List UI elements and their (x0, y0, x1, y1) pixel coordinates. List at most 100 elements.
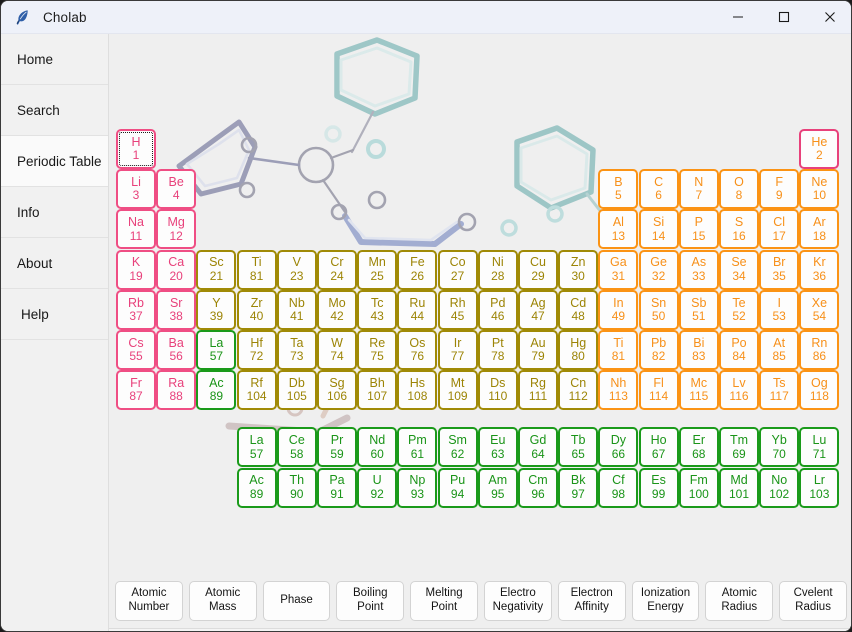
element-cell-og-118[interactable]: Og 118 (799, 370, 840, 411)
maximize-icon[interactable] (761, 1, 807, 34)
element-cell-yb-70[interactable]: Yb 70 (759, 427, 800, 468)
element-cell-hg-80[interactable]: Hg 80 (558, 330, 599, 370)
element-cell-ne-10[interactable]: Ne 10 (799, 169, 840, 210)
element-cell-v-23[interactable]: V 23 (276, 249, 317, 290)
element-cell-mn-25[interactable]: Mn 25 (357, 249, 398, 290)
element-cell-rf-104[interactable]: Rf 104 (236, 370, 277, 411)
element-cell-si-14[interactable]: Si 14 (638, 209, 679, 250)
element-cell-er-68[interactable]: Er 68 (678, 427, 719, 468)
element-cell-bk-97[interactable]: Bk 97 (558, 467, 599, 508)
element-cell-ce-58[interactable]: Ce 58 (276, 427, 317, 468)
element-cell-gd-64[interactable]: Gd 64 (518, 427, 558, 468)
element-cell-cm-96[interactable]: Cm 96 (518, 467, 558, 508)
element-cell-y-39[interactable]: Y 39 (196, 289, 237, 330)
element-cell-ca-20[interactable]: Ca 20 (156, 249, 197, 290)
element-cell-k-19[interactable]: K 19 (116, 249, 156, 290)
element-cell-co-27[interactable]: Co 27 (437, 249, 478, 290)
sidebar-item-info[interactable]: Info (1, 187, 108, 238)
element-cell-pd-46[interactable]: Pd 46 (477, 289, 518, 330)
element-cell-sb-51[interactable]: Sb 51 (678, 289, 719, 330)
element-cell-sm-62[interactable]: Sm 62 (437, 427, 478, 468)
element-cell-tc-43[interactable]: Tc 43 (357, 289, 398, 330)
element-cell-db-105[interactable]: Db 105 (276, 370, 317, 411)
sidebar-item-about[interactable]: About (1, 238, 108, 289)
element-cell-md-101[interactable]: Md 101 (719, 467, 759, 508)
element-cell-ag-47[interactable]: Ag 47 (518, 289, 558, 330)
element-cell-np-93[interactable]: Np 93 (397, 467, 438, 508)
element-cell-se-34[interactable]: Se 34 (719, 249, 759, 290)
element-cell-na-11[interactable]: Na 11 (116, 209, 156, 250)
element-cell-lu-71[interactable]: Lu 71 (799, 427, 840, 468)
element-cell-zr-40[interactable]: Zr 40 (236, 289, 277, 330)
element-cell-ti-81[interactable]: Ti 81 (236, 249, 277, 290)
element-cell-cu-29[interactable]: Cu 29 (518, 249, 558, 290)
sidebar-item-home[interactable]: Home (1, 34, 108, 85)
element-cell-c-6[interactable]: C6 (638, 169, 679, 210)
element-cell-b-5[interactable]: B5 (598, 169, 639, 210)
element-cell-u-92[interactable]: U 92 (357, 467, 398, 508)
element-cell-cr-24[interactable]: Cr 24 (317, 249, 357, 290)
element-cell-li-3[interactable]: Li 3 (116, 169, 156, 210)
element-cell-pm-61[interactable]: Pm 61 (397, 427, 438, 468)
element-cell-h-1[interactable]: H1 (116, 129, 156, 169)
element-cell-bh-107[interactable]: Bh 107 (357, 370, 398, 411)
element-cell-ir-77[interactable]: Ir 77 (437, 330, 478, 370)
element-cell-ru-44[interactable]: Ru 44 (397, 289, 438, 330)
property-button-boiling-point[interactable]: Boiling Point (336, 581, 405, 621)
element-cell-os-76[interactable]: Os 76 (397, 330, 438, 370)
element-cell-zn-30[interactable]: Zn 30 (558, 249, 599, 290)
sidebar-item-search[interactable]: Search (1, 85, 108, 136)
element-cell-th-90[interactable]: Th 90 (276, 467, 317, 508)
element-cell-hs-108[interactable]: Hs 108 (397, 370, 438, 411)
element-cell-in-49[interactable]: In 49 (598, 289, 639, 330)
element-cell-mg-12[interactable]: Mg 12 (156, 209, 197, 250)
sidebar-item-help[interactable]: Help (1, 289, 108, 340)
element-cell-lv-116[interactable]: Lv 116 (719, 370, 759, 411)
element-cell-fl-114[interactable]: Fl 114 (638, 370, 679, 411)
element-cell-kr-36[interactable]: Kr 36 (799, 249, 840, 290)
element-cell-mo-42[interactable]: Mo 42 (317, 289, 357, 330)
element-cell-dy-66[interactable]: Dy 66 (598, 427, 639, 468)
element-cell-pr-59[interactable]: Pr 59 (317, 427, 357, 468)
property-button-electron-affinity[interactable]: Electron Affinity (557, 581, 626, 621)
element-cell-cl-17[interactable]: Cl 17 (759, 209, 800, 250)
element-cell-pb-82[interactable]: Pb 82 (638, 330, 679, 370)
element-cell-ar-18[interactable]: Ar 18 (799, 209, 840, 250)
element-cell-ba-56[interactable]: Ba 56 (156, 330, 197, 370)
property-button-ionization-energy[interactable]: Ionization Energy (631, 581, 700, 621)
element-cell-cf-98[interactable]: Cf 98 (598, 467, 639, 508)
element-cell-ac-89[interactable]: Ac 89 (236, 467, 277, 508)
element-cell-rb-37[interactable]: Rb 37 (116, 289, 156, 330)
element-cell-nh-113[interactable]: Nh 113 (598, 370, 639, 411)
element-cell-ho-67[interactable]: Ho 67 (638, 427, 679, 468)
element-cell-as-33[interactable]: As 33 (678, 249, 719, 290)
element-cell-sc-21[interactable]: Sc 21 (196, 249, 237, 290)
element-cell-tm-69[interactable]: Tm 69 (719, 427, 759, 468)
property-button-atomic-number[interactable]: Atomic Number (115, 581, 183, 621)
element-cell-re-75[interactable]: Re 75 (357, 330, 398, 370)
element-cell-am-95[interactable]: Am 95 (477, 467, 518, 508)
element-cell-rn-86[interactable]: Rn 86 (799, 330, 840, 370)
element-cell-rh-45[interactable]: Rh 45 (437, 289, 478, 330)
element-cell-ta-73[interactable]: Ta 73 (276, 330, 317, 370)
element-cell-ra-88[interactable]: Ra 88 (156, 370, 197, 411)
element-cell-he-2[interactable]: He 2 (799, 129, 840, 169)
property-button-cvelent-radius[interactable]: Cvelent Radius (779, 581, 847, 621)
element-cell-xe-54[interactable]: Xe 54 (799, 289, 840, 330)
element-cell-br-35[interactable]: Br 35 (759, 249, 800, 290)
element-cell-i-53[interactable]: I 53 (759, 289, 800, 330)
element-cell-la-57[interactable]: La 57 (196, 330, 237, 370)
element-cell-cs-55[interactable]: Cs 55 (116, 330, 156, 370)
element-cell-sg-106[interactable]: Sg 106 (317, 370, 357, 411)
element-cell-pt-78[interactable]: Pt 78 (477, 330, 518, 370)
element-cell-ds-110[interactable]: Ds 110 (477, 370, 518, 411)
element-cell-cn-112[interactable]: Cn 112 (558, 370, 599, 411)
element-cell-ti-81[interactable]: Ti 81 (598, 330, 639, 370)
element-cell-fm-100[interactable]: Fm 100 (678, 467, 719, 508)
element-cell-w-74[interactable]: W 74 (317, 330, 357, 370)
element-cell-eu-63[interactable]: Eu 63 (477, 427, 518, 468)
property-button-melting-point[interactable]: Melting Point (410, 581, 478, 621)
property-button-phase[interactable]: Phase (262, 581, 331, 621)
element-cell-sn-50[interactable]: Sn 50 (638, 289, 679, 330)
element-cell-ts-117[interactable]: Ts 117 (759, 370, 800, 411)
